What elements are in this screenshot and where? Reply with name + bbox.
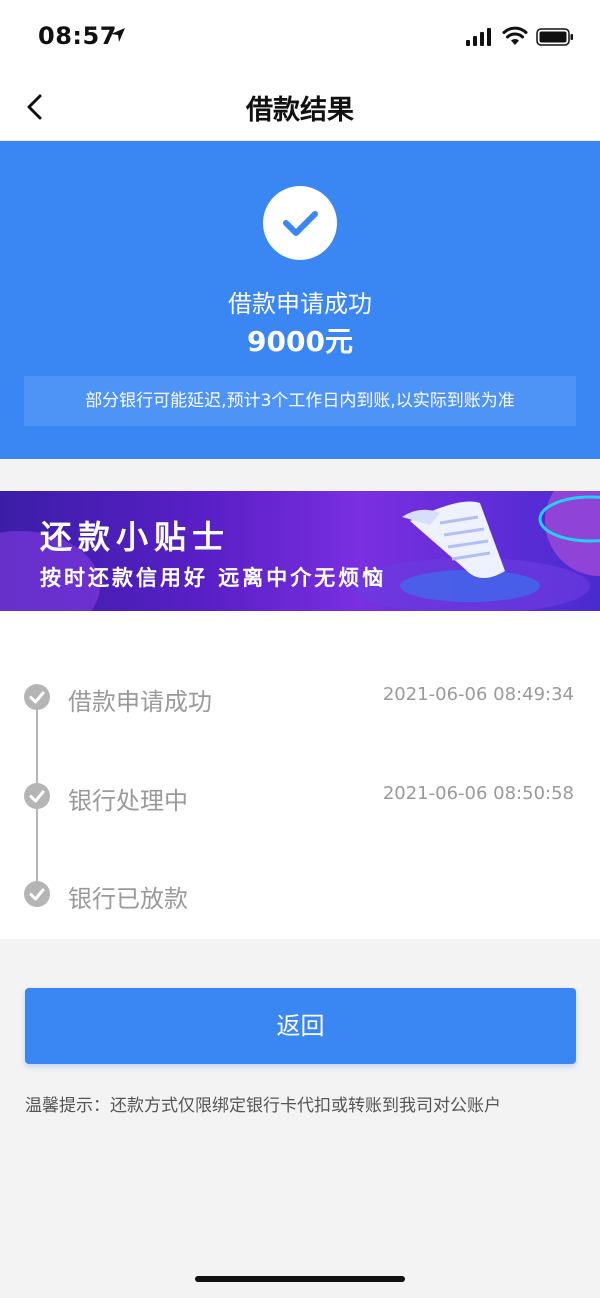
success-badge bbox=[263, 186, 337, 260]
status-time: 08:57 bbox=[38, 22, 117, 50]
warm-tip: 温馨提示：还款方式仅限绑定银行卡代扣或转账到我司对公账户 bbox=[25, 1096, 501, 1116]
timeline-step-time: 2021-06-06 08:49:34 bbox=[382, 684, 574, 705]
check-icon bbox=[283, 211, 318, 236]
location-arrow-icon bbox=[111, 28, 125, 42]
step-check-icon bbox=[24, 783, 50, 809]
home-indicator[interactable] bbox=[195, 1276, 405, 1282]
wifi-icon bbox=[502, 26, 528, 45]
arrival-notice: 部分银行可能延迟,预计3个工作日内到账,以实际到账为准 bbox=[24, 376, 576, 426]
timeline-step-label: 借款申请成功 bbox=[68, 688, 212, 716]
timeline-step-label: 银行处理中 bbox=[68, 787, 188, 815]
step-check-icon bbox=[24, 684, 50, 710]
timeline-step-time: 2021-06-06 08:50:58 bbox=[382, 783, 574, 804]
section-gap bbox=[0, 459, 600, 491]
loan-amount: 9000元 bbox=[247, 325, 353, 358]
battery-icon bbox=[536, 28, 573, 46]
cellular-signal-icon bbox=[466, 28, 491, 46]
return-button[interactable]: 返回 bbox=[25, 988, 576, 1064]
result-title: 借款申请成功 bbox=[228, 290, 372, 318]
banner-title: 还款小贴士 bbox=[40, 518, 231, 556]
step-check-icon bbox=[24, 881, 50, 907]
page-title: 借款结果 bbox=[246, 95, 354, 126]
banner-subtitle: 按时还款信用好 远离中介无烦恼 bbox=[40, 566, 387, 590]
timeline-step-label: 银行已放款 bbox=[68, 885, 188, 913]
